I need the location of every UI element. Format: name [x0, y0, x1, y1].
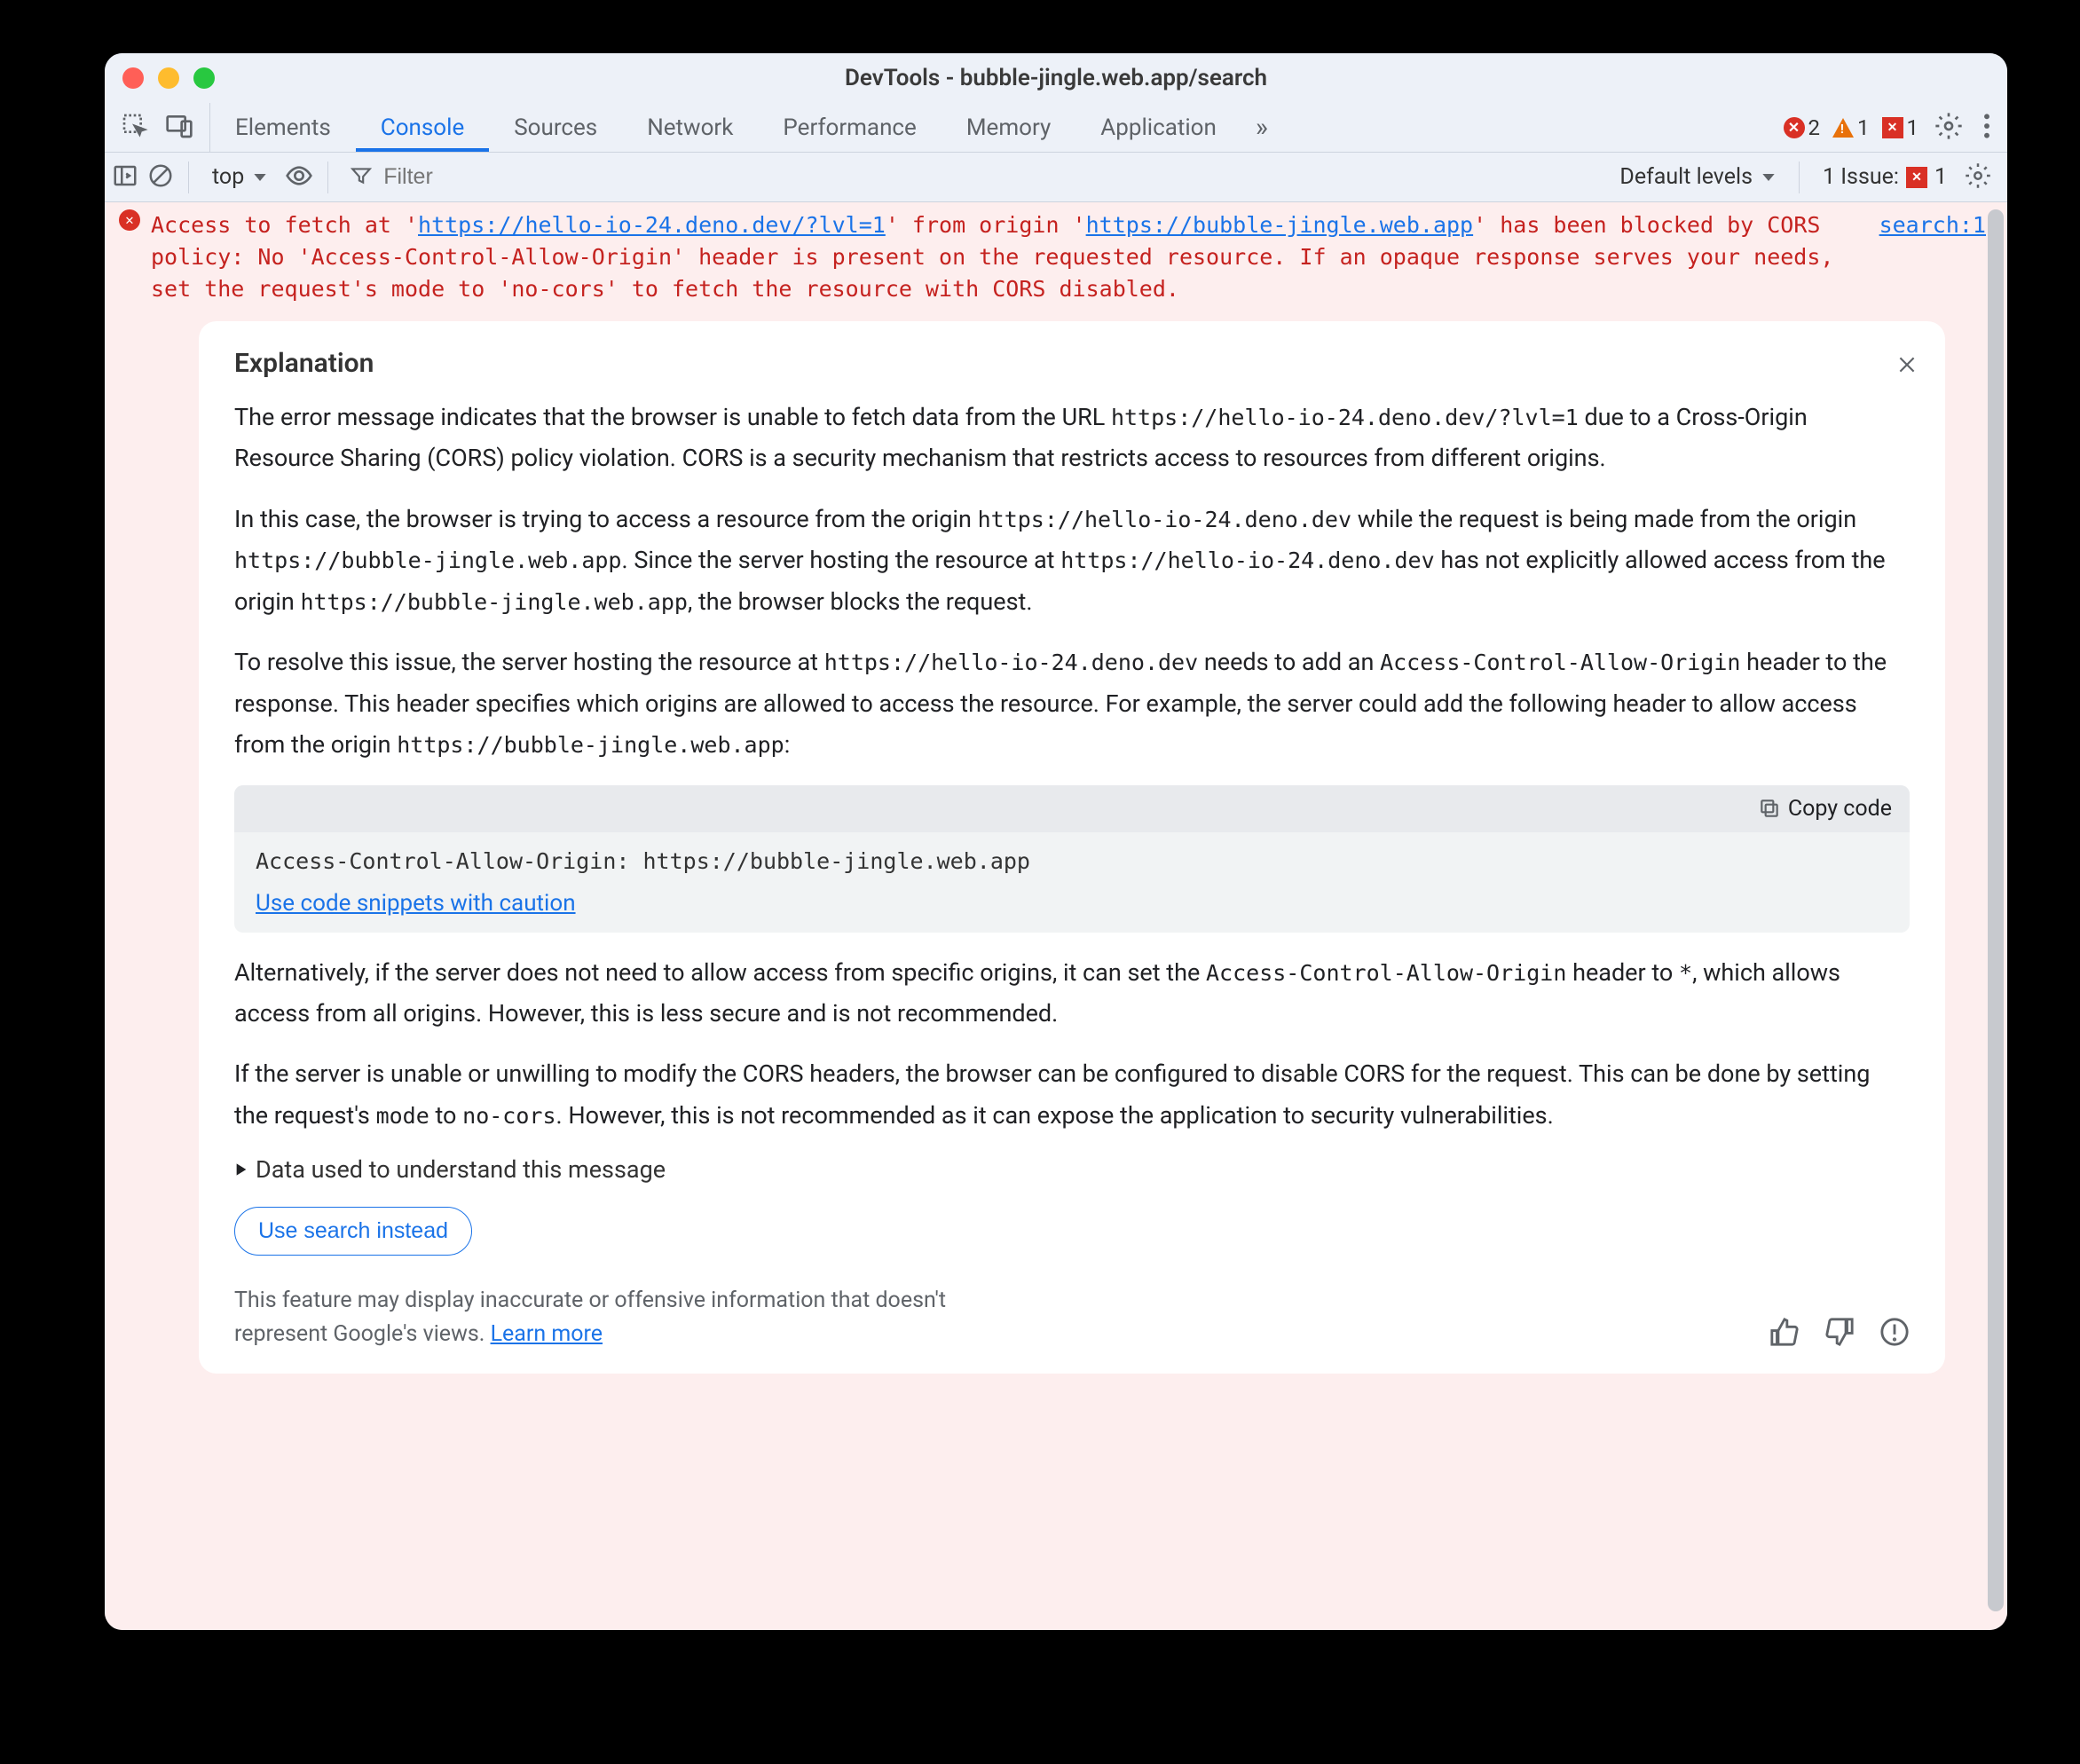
- details-toggle[interactable]: Data used to understand this message: [234, 1155, 1910, 1184]
- main-tab-bar: ElementsConsoleSourcesNetworkPerformance…: [105, 103, 2007, 153]
- error-badge-icon: ✕: [1784, 117, 1805, 138]
- inspect-element-icon[interactable]: [121, 112, 149, 144]
- warnings-counter[interactable]: 1: [1832, 115, 1870, 140]
- settings-icon[interactable]: [1931, 108, 1966, 147]
- tab-memory[interactable]: Memory: [942, 103, 1075, 152]
- report-icon[interactable]: [1879, 1317, 1910, 1351]
- devtools-window: DevTools - bubble-jingle.web.app/search …: [105, 53, 2007, 1630]
- disclaimer-text: This feature may display inaccurate or o…: [234, 1284, 997, 1351]
- error-url-1[interactable]: https://hello-io-24.deno.dev/?lvl=1: [418, 212, 886, 238]
- issue-badge-icon: ✕: [1906, 167, 1927, 188]
- error-source-link[interactable]: search:1: [1879, 209, 1986, 305]
- more-tabs-icon[interactable]: »: [1241, 103, 1282, 152]
- issues-label: 1 Issue:: [1823, 164, 1899, 190]
- explanation-paragraph: In this case, the browser is trying to a…: [234, 499, 1910, 622]
- log-levels-selector[interactable]: Default levels: [1619, 164, 1776, 190]
- titlebar: DevTools - bubble-jingle.web.app/search: [105, 53, 2007, 103]
- error-message: Access to fetch at 'https://hello-io-24.…: [151, 209, 1869, 305]
- error-icon: ✕: [119, 209, 140, 305]
- issues-count: 1: [1907, 115, 1919, 140]
- close-icon[interactable]: [1895, 353, 1918, 380]
- issues-counter[interactable]: ✕ 1: [1882, 115, 1919, 140]
- details-label: Data used to understand this message: [256, 1155, 666, 1184]
- toolbar-issues-count: 1: [1934, 164, 1947, 190]
- close-window-button[interactable]: [122, 67, 144, 89]
- context-selector[interactable]: top: [203, 164, 276, 190]
- thumbs-down-icon[interactable]: [1824, 1317, 1855, 1351]
- code-block: Copy code Access-Control-Allow-Origin: h…: [234, 785, 1910, 933]
- tab-performance[interactable]: Performance: [758, 103, 941, 152]
- window-title: DevTools - bubble-jingle.web.app/search: [105, 65, 2007, 91]
- tab-elements[interactable]: Elements: [210, 103, 356, 152]
- console-settings-icon[interactable]: [1965, 162, 1991, 193]
- filter-input[interactable]: [382, 163, 612, 191]
- use-search-instead-button[interactable]: Use search instead: [234, 1207, 472, 1256]
- more-options-icon[interactable]: [1979, 108, 1995, 147]
- device-toolbar-icon[interactable]: [165, 112, 193, 144]
- toggle-sidebar-icon[interactable]: [112, 162, 138, 193]
- console-toolbar: top Default levels 1 Issue: ✕ 1: [105, 153, 2007, 202]
- explanation-paragraph: To resolve this issue, the server hostin…: [234, 642, 1910, 765]
- explanation-title: Explanation: [234, 348, 1910, 379]
- explanation-card: Explanation The error message indicates …: [199, 321, 1945, 1374]
- warnings-count: 1: [1857, 115, 1870, 140]
- code-content: Access-Control-Allow-Origin: https://bub…: [234, 832, 1910, 890]
- issue-badge-icon: ✕: [1882, 117, 1903, 138]
- tab-console[interactable]: Console: [356, 103, 489, 152]
- explanation-paragraph: The error message indicates that the bro…: [234, 397, 1910, 479]
- live-expression-icon[interactable]: [285, 161, 313, 193]
- errors-count: 2: [1808, 115, 1821, 140]
- learn-more-link[interactable]: Learn more: [491, 1321, 603, 1347]
- explanation-paragraph: Alternatively, if the server does not ne…: [234, 952, 1910, 1035]
- scrollbar[interactable]: [1988, 209, 2004, 1611]
- errors-counter[interactable]: ✕ 2: [1784, 115, 1821, 140]
- tab-sources[interactable]: Sources: [489, 103, 622, 152]
- copy-code-button[interactable]: Copy code: [1758, 796, 1892, 822]
- context-value: top: [212, 164, 244, 190]
- explanation-paragraph: If the server is unable or unwilling to …: [234, 1053, 1910, 1136]
- console-body: ✕ Access to fetch at 'https://hello-io-2…: [105, 202, 2007, 1630]
- tab-network[interactable]: Network: [622, 103, 758, 152]
- console-error-row[interactable]: ✕ Access to fetch at 'https://hello-io-2…: [105, 202, 2007, 316]
- tab-application[interactable]: Application: [1075, 103, 1241, 152]
- copy-code-label: Copy code: [1788, 796, 1892, 822]
- filter-icon: [350, 164, 373, 191]
- warning-badge-icon: [1832, 118, 1854, 138]
- minimize-window-button[interactable]: [158, 67, 179, 89]
- thumbs-up-icon[interactable]: [1769, 1317, 1800, 1351]
- toolbar-issues[interactable]: 1 Issue: ✕ 1: [1823, 164, 1947, 190]
- levels-value: Default levels: [1619, 164, 1753, 190]
- caution-link[interactable]: Use code snippets with caution: [234, 890, 1910, 933]
- clear-console-icon[interactable]: [147, 162, 174, 193]
- maximize-window-button[interactable]: [193, 67, 215, 89]
- error-url-2[interactable]: https://bubble-jingle.web.app: [1086, 212, 1474, 238]
